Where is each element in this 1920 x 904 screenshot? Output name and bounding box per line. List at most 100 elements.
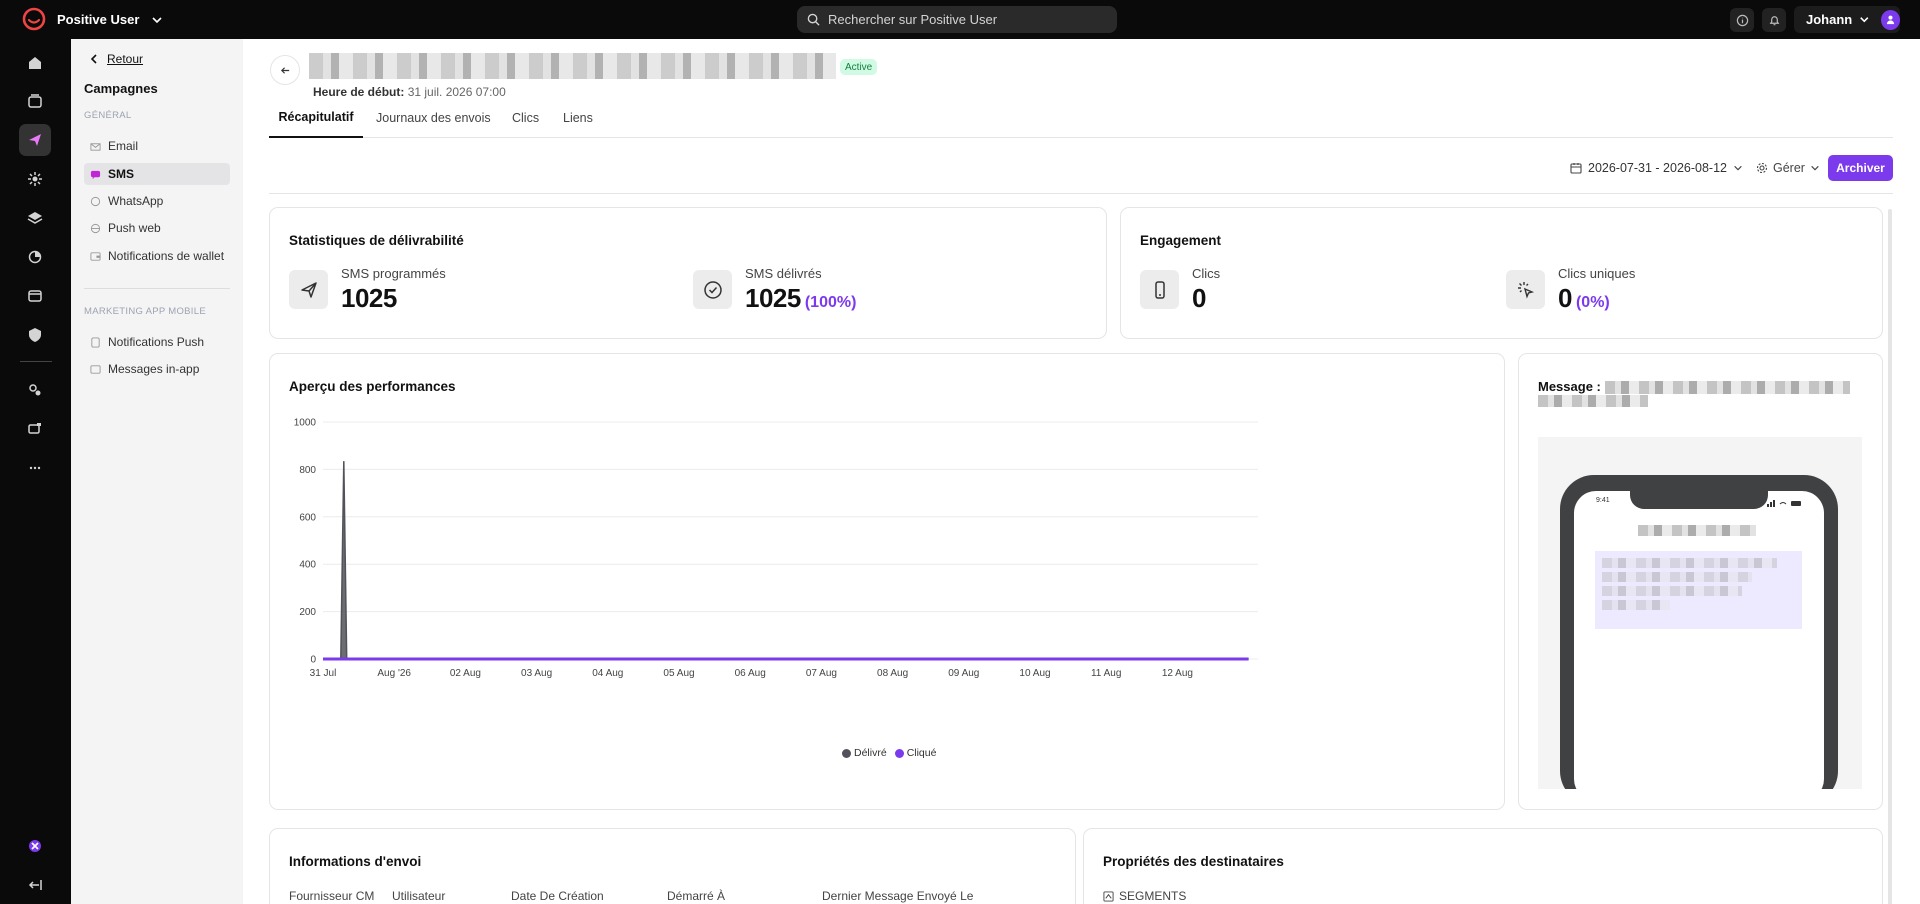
- x-tick-label: Aug '26: [377, 668, 411, 679]
- legend-swatch: [842, 748, 851, 758]
- tab-recap[interactable]: Récapitulatif: [269, 97, 363, 138]
- legend-item-delivered[interactable]: Délivré: [842, 747, 887, 759]
- back-button[interactable]: [270, 55, 300, 85]
- user-name: Johann: [1806, 12, 1853, 27]
- chevron-left-icon: [90, 54, 97, 64]
- clicks-label: Clics: [1192, 266, 1221, 281]
- y-tick-label: 1000: [294, 418, 317, 429]
- rail-templates[interactable]: [19, 280, 51, 312]
- sidebar-item-wallet[interactable]: Notifications de wallet: [84, 245, 230, 267]
- tab-links[interactable]: Liens: [563, 97, 593, 138]
- x-tick-label: 04 Aug: [592, 668, 623, 679]
- info-button[interactable]: [1730, 8, 1754, 32]
- rail-more[interactable]: [19, 452, 51, 484]
- search-icon: [807, 13, 820, 26]
- user-menu[interactable]: Johann: [1794, 6, 1900, 33]
- status-badge: Active: [840, 59, 878, 75]
- rail-integrations[interactable]: [19, 374, 51, 406]
- send-info-column: Fournisseur CM: [289, 889, 375, 903]
- y-tick-label: 200: [299, 607, 316, 618]
- back-link[interactable]: Retour: [89, 52, 143, 66]
- workspace-name: Positive User: [57, 12, 140, 27]
- rail-layers[interactable]: [19, 202, 51, 234]
- avatar: [1880, 9, 1900, 30]
- rail-divider: [20, 361, 52, 362]
- sms-icon: [90, 170, 101, 179]
- sidebar-item-push-web[interactable]: Push web: [84, 217, 230, 239]
- sidebar-item-in-app[interactable]: Messages in-app: [84, 358, 230, 380]
- push-icon: [91, 336, 100, 348]
- rail-messages[interactable]: [19, 413, 51, 445]
- user-icon: [1886, 15, 1895, 25]
- info-icon: [1736, 14, 1748, 26]
- unique-clicks-value: 0: [1558, 283, 1572, 313]
- bell-icon: [1769, 15, 1779, 25]
- archive-button[interactable]: Archiver: [1828, 155, 1893, 181]
- workspace-switcher[interactable]: Positive User: [57, 0, 163, 39]
- y-tick-label: 0: [310, 655, 316, 666]
- vertical-scrollbar[interactable]: [1888, 209, 1892, 904]
- sidebar-item-sms[interactable]: SMS: [84, 163, 230, 185]
- rail-inbox[interactable]: [19, 85, 51, 117]
- wallet-icon: [90, 251, 101, 261]
- rail-help[interactable]: [19, 830, 51, 862]
- sidebar-item-email[interactable]: Email: [84, 135, 230, 157]
- app-logo[interactable]: [22, 7, 46, 31]
- performance-chart: 0 200 400 600 800 1000 31 Jul Aug '26 02 Aug 03 A…: [294, 418, 1258, 679]
- segments-label-row: SEGMENTS: [1103, 889, 1186, 903]
- legend-item-clicked[interactable]: Cliqué: [894, 747, 936, 759]
- series-area-delivered: [323, 461, 1249, 659]
- tab-clicks[interactable]: Clics: [512, 97, 539, 138]
- calendar-icon: [1570, 163, 1582, 174]
- pointer-click-icon: [1506, 270, 1545, 309]
- analytics-icon: [28, 250, 42, 264]
- rail-automation[interactable]: [19, 163, 51, 195]
- recipients-title: Propriétés des destinataires: [1103, 854, 1284, 869]
- rail-collapse[interactable]: [19, 869, 51, 901]
- rail-home[interactable]: [19, 47, 51, 79]
- date-range-picker[interactable]: 2026-07-31 - 2026-08-12: [1570, 155, 1743, 181]
- layers-icon: [27, 212, 43, 224]
- date-range-value: 2026-07-31 - 2026-08-12: [1588, 161, 1727, 175]
- sms-text-redacted: [1602, 572, 1752, 582]
- sidebar-item-push[interactable]: Notifications Push: [84, 331, 230, 353]
- send-info-title: Informations d'envoi: [289, 854, 422, 869]
- tab-bar: Récapitulatif Journaux des envois Clics …: [269, 97, 1893, 138]
- unique-clicks-label: Clics uniques: [1558, 266, 1636, 281]
- x-tick-label: 09 Aug: [948, 668, 979, 679]
- chevron-down-icon: [152, 16, 162, 23]
- manage-button[interactable]: Gérer: [1756, 155, 1820, 181]
- send-icon: [29, 134, 41, 146]
- delivered-value-row: 1025 (100%): [745, 283, 856, 314]
- sidebar-item-label: WhatsApp: [108, 194, 164, 208]
- rail-analytics[interactable]: [19, 241, 51, 273]
- deliverability-title: Statistiques de délivrabilité: [289, 233, 464, 248]
- legend-label: Délivré: [854, 747, 887, 759]
- engagement-title: Engagement: [1140, 233, 1222, 248]
- sidebar-item-label: Notifications Push: [108, 335, 205, 349]
- rail-campaigns[interactable]: [19, 124, 51, 156]
- unique-clicks-pct: (0%): [1575, 294, 1610, 311]
- tab-send-logs[interactable]: Journaux des envois: [376, 97, 491, 138]
- phone-status-icons: [1767, 500, 1801, 507]
- home-icon: [29, 57, 41, 69]
- x-tick-label: 12 Aug: [1162, 668, 1193, 679]
- rail-loyalty[interactable]: [19, 319, 51, 351]
- global-search[interactable]: Rechercher sur Positive User: [797, 6, 1117, 33]
- templates-icon: [28, 290, 42, 302]
- gear-icon: [1756, 162, 1768, 174]
- toolbar-divider: [269, 193, 1893, 194]
- x-tick-label: 11 Aug: [1091, 668, 1121, 679]
- collapse-icon: [28, 880, 42, 890]
- sidebar-item-label: Push web: [108, 221, 161, 235]
- y-tick-label: 600: [299, 512, 316, 523]
- sidebar-item-whatsapp[interactable]: WhatsApp: [84, 190, 230, 212]
- sidebar-item-label: Email: [108, 139, 139, 153]
- sidebar-item-label: Messages in-app: [108, 362, 200, 376]
- x-tick-label: 07 Aug: [806, 668, 837, 679]
- x-tick-label: 06 Aug: [735, 668, 766, 679]
- scheduled-label: SMS programmés: [341, 266, 446, 281]
- phone-notch: [1630, 491, 1768, 509]
- manage-label: Gérer: [1773, 161, 1805, 175]
- notifications-button[interactable]: [1762, 8, 1786, 32]
